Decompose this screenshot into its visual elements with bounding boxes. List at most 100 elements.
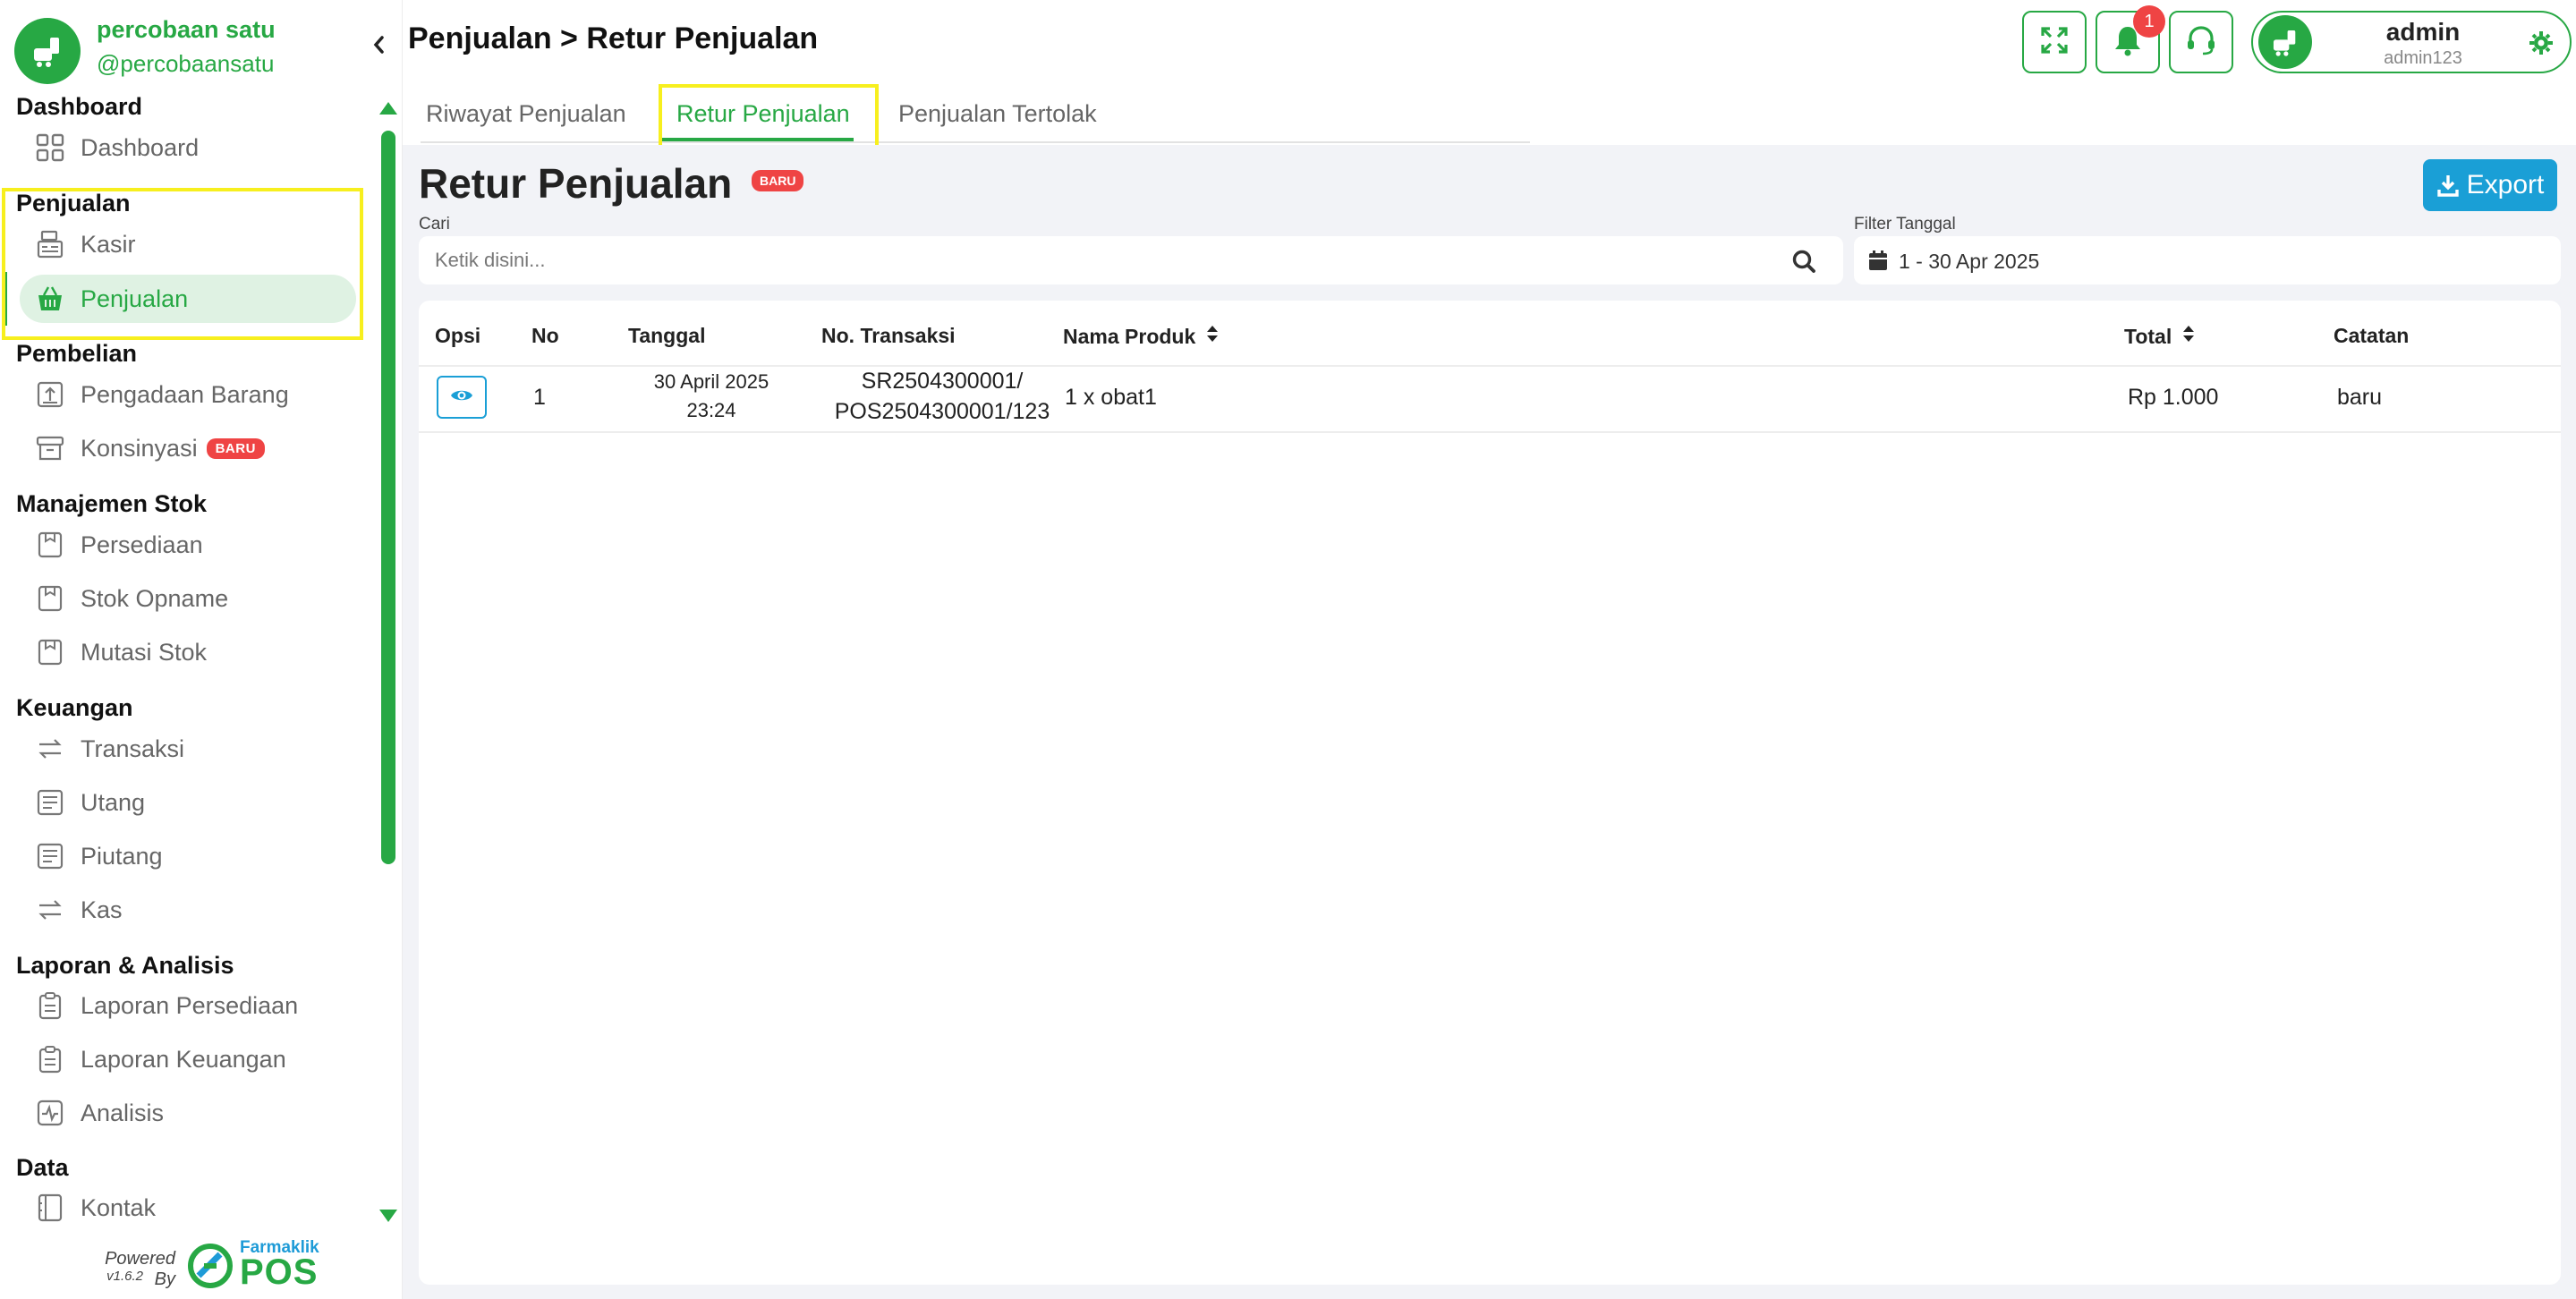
- sidebar-item-label: Stok Opname: [81, 584, 229, 612]
- active-tab-underline: [662, 138, 854, 141]
- cell-date: 30 April 2025: [653, 370, 769, 393]
- sidebar-item-label: Transaksi: [81, 734, 185, 762]
- sidebar-item-laporan-keuangan[interactable]: Laporan Keuangan: [20, 1035, 356, 1083]
- sidebar-item-label: Dashboard: [81, 133, 200, 161]
- sidebar-item-dashboard[interactable]: Dashboard: [20, 123, 356, 172]
- cell-trx-line2: POS2504300001/123: [834, 399, 1050, 424]
- view-detail-button[interactable]: [437, 376, 487, 419]
- scroll-down-arrow-icon[interactable]: [379, 1210, 397, 1222]
- new-badge: BARU: [752, 170, 804, 191]
- clipboard-icon: [34, 989, 66, 1022]
- sidebar-item-label: Penjualan: [81, 284, 189, 312]
- sidebar-item-mutasi-stok[interactable]: Mutasi Stok: [20, 628, 356, 676]
- sidebar-item-analisis[interactable]: Analisis: [20, 1089, 356, 1137]
- column-header-nama-produk[interactable]: Nama Produk: [1063, 324, 1219, 349]
- headset-icon: [2185, 24, 2217, 61]
- date-filter-label: Filter Tanggal: [1854, 215, 1956, 233]
- sidebar-item-label: Laporan Persediaan: [81, 991, 299, 1019]
- sidebar-item-stok-opname[interactable]: Stok Opname: [20, 574, 356, 623]
- powered-by: Powered By v1.6.2 Farmaklik POS: [81, 1238, 367, 1292]
- transfer-icon: [34, 733, 66, 765]
- tabs: Riwayat Penjualan Retur Penjualan Penjua…: [403, 84, 2576, 154]
- basket-icon: [34, 283, 66, 315]
- fullscreen-button[interactable]: [2022, 11, 2087, 73]
- sidebar-item-laporan-persediaan[interactable]: Laporan Persediaan: [20, 981, 356, 1030]
- user-menu[interactable]: admin admin123: [2251, 11, 2572, 73]
- main-content: Retur Penjualan BARU Export Cari Filter …: [403, 145, 2576, 1299]
- section-manajemen-stok: Manajemen Stok: [16, 490, 208, 517]
- sidebar-item-label: Kontak: [81, 1193, 157, 1221]
- sidebar-item-label: Konsinyasi: [81, 434, 198, 462]
- section-laporan: Laporan & Analisis: [16, 952, 234, 979]
- sidebar-item-persediaan[interactable]: Persediaan: [20, 521, 356, 569]
- sort-icon[interactable]: [2182, 324, 2195, 349]
- sidebar-item-label: Utang: [81, 788, 146, 816]
- section-penjualan: Penjualan: [16, 190, 131, 216]
- sidebar-item-label: Kas: [81, 896, 123, 923]
- download-icon: [2436, 173, 2460, 198]
- brand-name: percobaan satu: [97, 16, 276, 43]
- tab-riwayat-penjualan[interactable]: Riwayat Penjualan: [426, 100, 626, 128]
- cell-trx-line1: SR2504300001/: [861, 369, 1024, 394]
- sidebar-item-label: Laporan Keuangan: [81, 1045, 286, 1073]
- sidebar-item-kasir[interactable]: Kasir: [20, 220, 356, 268]
- list-icon: [34, 840, 66, 872]
- export-button[interactable]: Export: [2423, 159, 2557, 211]
- section-dashboard: Dashboard: [16, 93, 143, 120]
- sidebar-item-kas[interactable]: Kas: [20, 886, 356, 934]
- clipboard-icon: [34, 1043, 66, 1075]
- sidebar-item-piutang[interactable]: Piutang: [20, 832, 356, 880]
- powered-pos: POS: [240, 1252, 319, 1292]
- new-badge: BARU: [206, 437, 265, 459]
- sort-icon[interactable]: [1206, 324, 1219, 349]
- sidebar-item-label: Mutasi Stok: [81, 638, 208, 666]
- sidebar-item-label: Piutang: [81, 842, 163, 870]
- tabs-divider: [421, 141, 1530, 143]
- column-header-label: Nama Produk: [1063, 324, 1196, 348]
- tab-retur-penjualan[interactable]: Retur Penjualan: [676, 100, 850, 128]
- sidebar-item-label: Persediaan: [81, 531, 203, 558]
- user-id: admin123: [2384, 48, 2462, 68]
- row-divider: [419, 431, 2561, 433]
- active-indicator: [4, 272, 7, 326]
- sidebar-item-label: Analisis: [81, 1099, 165, 1126]
- collapse-chevron-icon[interactable]: [365, 27, 392, 63]
- sidebar-item-transaksi[interactable]: Transaksi: [20, 725, 356, 773]
- brand-logo: [14, 18, 81, 84]
- sidebar-item-utang[interactable]: Utang: [20, 778, 356, 827]
- section-keuangan: Keuangan: [16, 694, 133, 721]
- gear-icon[interactable]: [2529, 30, 2554, 60]
- cell-product: 1 x obat1: [1065, 385, 1157, 410]
- sidebar-scrollbar[interactable]: [378, 95, 399, 1227]
- sidebar-item-label: Pengadaan Barang: [81, 380, 289, 408]
- notification-button[interactable]: 1: [2096, 5, 2165, 73]
- cell-no: 1: [533, 385, 546, 410]
- date-filter-field[interactable]: 1 - 30 Apr 2025: [1854, 236, 2561, 284]
- column-header-no-transaksi: No. Transaksi: [821, 324, 956, 347]
- box-upload-icon: [34, 378, 66, 411]
- returns-table: Opsi No Tanggal No. Transaksi Nama Produ…: [419, 301, 2561, 1285]
- sidebar-item-pengadaan[interactable]: Pengadaan Barang: [20, 370, 356, 419]
- page-title: Penjualan > Retur Penjualan: [408, 21, 819, 55]
- sidebar-item-label: Kasir: [81, 230, 136, 258]
- column-header-no: No: [531, 324, 559, 347]
- grid-icon: [34, 132, 66, 164]
- scroll-thumb[interactable]: [381, 131, 395, 864]
- search-input[interactable]: [435, 243, 1759, 277]
- header-divider: [419, 365, 2561, 367]
- transfer-icon: [34, 894, 66, 926]
- sidebar-item-konsinyasi[interactable]: Konsinyasi BARU: [20, 424, 356, 472]
- search-icon[interactable]: [1791, 249, 1816, 278]
- farmaklik-logo-icon: [186, 1242, 234, 1290]
- expand-icon: [2039, 25, 2070, 60]
- scroll-up-arrow-icon[interactable]: [379, 102, 397, 115]
- cell-total: Rp 1.000: [2128, 385, 2219, 410]
- archive-icon: [34, 432, 66, 464]
- sidebar-item-kontak[interactable]: Kontak: [20, 1184, 356, 1232]
- support-button[interactable]: [2169, 11, 2233, 73]
- cell-note: baru: [2337, 385, 2383, 410]
- column-header-total[interactable]: Total: [2124, 324, 2195, 349]
- tab-penjualan-tertolak[interactable]: Penjualan Tertolak: [898, 100, 1097, 128]
- column-header-label: Total: [2124, 324, 2172, 348]
- sidebar-item-penjualan[interactable]: Penjualan: [20, 275, 356, 323]
